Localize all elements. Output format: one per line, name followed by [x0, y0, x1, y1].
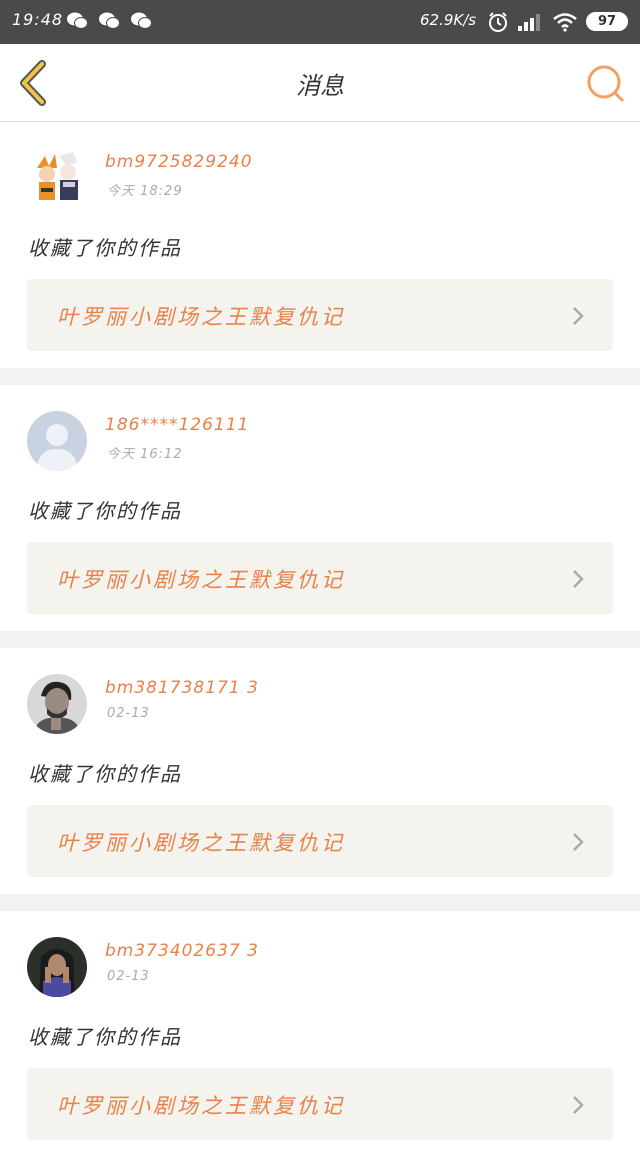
signal-icon	[518, 14, 540, 31]
work-link[interactable]: 叶罗丽小剧场之王默复仇记	[27, 542, 613, 614]
search-icon[interactable]	[584, 62, 626, 104]
message-time: 02-13	[107, 706, 150, 721]
page-title: 消息	[296, 72, 344, 100]
action-text: 收藏了你的作品	[28, 762, 182, 786]
anime-characters-avatar[interactable]	[27, 148, 87, 208]
net-speed: 62.9K/s	[420, 11, 477, 29]
user-name[interactable]: bm381738171 3	[105, 678, 259, 698]
status-bar: 19:48 62.9K/s 97	[0, 0, 640, 44]
default-user-avatar[interactable]	[27, 411, 87, 471]
wechat-icon	[131, 12, 152, 29]
work-link[interactable]: 叶罗丽小剧场之王默复仇记	[27, 805, 613, 877]
message-time: 今天 16:12	[107, 447, 183, 462]
user-name[interactable]: bm9725829240	[105, 152, 253, 172]
wifi-icon	[553, 13, 577, 32]
message-card: bm373402637 3 02-13 收藏了你的作品 叶罗丽小剧场之王默复仇记	[0, 911, 640, 1157]
action-text: 收藏了你的作品	[28, 499, 182, 523]
message-time: 今天 18:29	[107, 184, 183, 199]
top-nav-bar: 消息	[0, 44, 640, 122]
wechat-icon	[99, 12, 120, 29]
user-name[interactable]: 186****126111	[105, 415, 249, 435]
message-card: 186****126111 今天 16:12 收藏了你的作品 叶罗丽小剧场之王默…	[0, 385, 640, 631]
man-photo-avatar[interactable]	[27, 674, 87, 734]
battery-icon: 97	[586, 12, 628, 31]
chevron-right-icon	[573, 1096, 584, 1114]
work-link[interactable]: 叶罗丽小剧场之王默复仇记	[27, 279, 613, 351]
woman-photo-avatar[interactable]	[27, 937, 87, 997]
chevron-right-icon	[573, 307, 584, 325]
work-title: 叶罗丽小剧场之王默复仇记	[57, 305, 345, 329]
chevron-right-icon	[573, 833, 584, 851]
work-link[interactable]: 叶罗丽小剧场之王默复仇记	[27, 1068, 613, 1140]
work-title: 叶罗丽小剧场之王默复仇记	[57, 568, 345, 592]
action-text: 收藏了你的作品	[28, 1025, 182, 1049]
chevron-right-icon	[573, 570, 584, 588]
message-card: bm381738171 3 02-13 收藏了你的作品 叶罗丽小剧场之王默复仇记	[0, 648, 640, 894]
message-time: 02-13	[107, 969, 150, 984]
alarm-icon	[489, 12, 507, 32]
status-time: 19:48	[12, 10, 64, 29]
work-title: 叶罗丽小剧场之王默复仇记	[57, 831, 345, 855]
wechat-icon	[67, 12, 88, 29]
work-title: 叶罗丽小剧场之王默复仇记	[57, 1094, 345, 1118]
action-text: 收藏了你的作品	[28, 236, 182, 260]
user-name[interactable]: bm373402637 3	[105, 941, 259, 961]
message-card: bm9725829240 今天 18:29 收藏了你的作品 叶罗丽小剧场之王默复…	[0, 122, 640, 368]
